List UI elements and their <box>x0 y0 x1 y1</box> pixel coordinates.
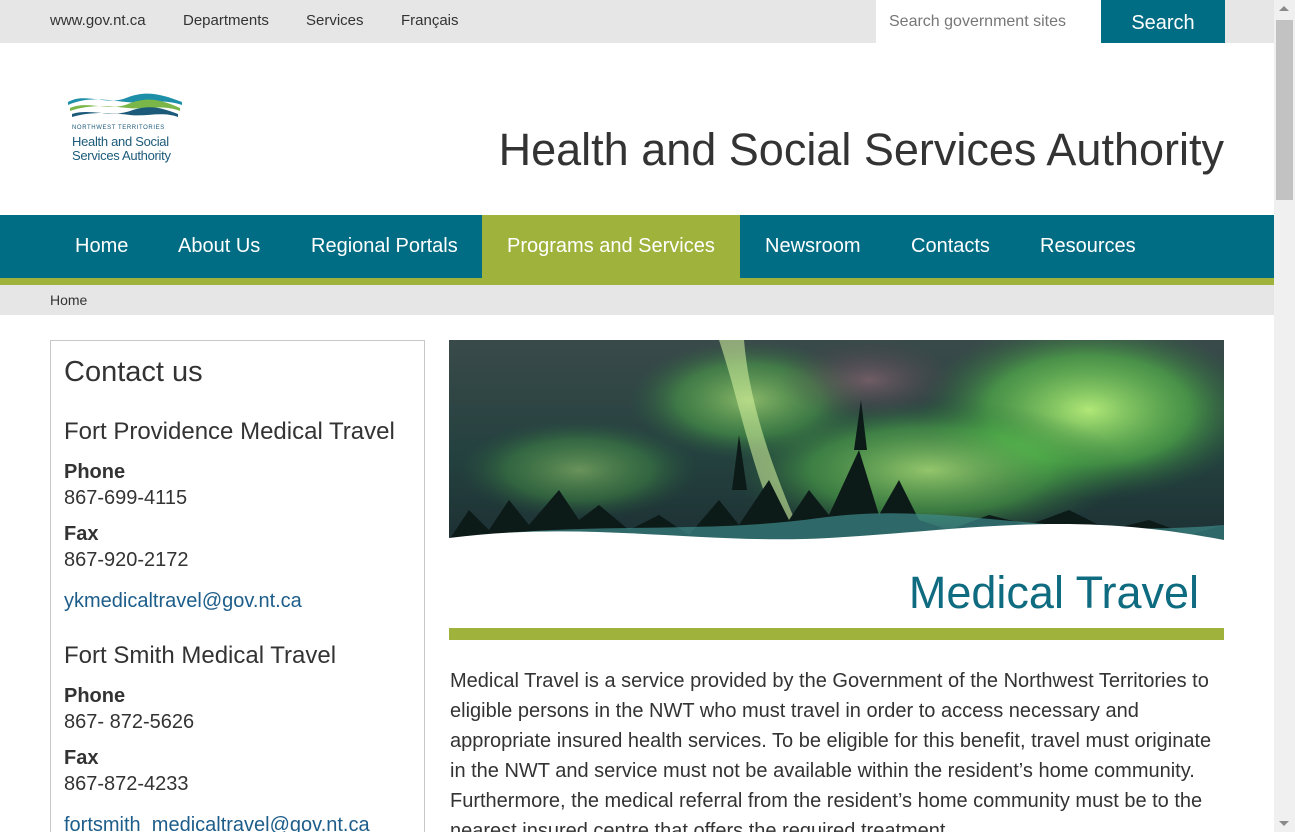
email-link[interactable]: ykmedicaltravel@gov.nt.ca <box>64 590 302 613</box>
aurora-image-icon <box>449 340 1224 570</box>
services-link[interactable]: Services <box>306 12 364 29</box>
intro-paragraph: Medical Travel is a service provided by … <box>450 670 1212 832</box>
nav-contacts[interactable]: Contacts <box>886 215 1015 278</box>
gov-link[interactable]: www.gov.nt.ca <box>50 12 146 29</box>
phone-label: Phone <box>64 685 126 707</box>
nav-home[interactable]: Home <box>50 215 153 278</box>
page-title: Medical Travel <box>908 567 1199 618</box>
phone-value: 867- 872-5626 <box>64 711 195 733</box>
fax-value: 867-872-4233 <box>64 773 189 795</box>
fax-label: Fax <box>64 523 99 545</box>
departments-link[interactable]: Departments <box>183 12 269 29</box>
utility-bar: www.gov.nt.ca Departments Services Franç… <box>0 0 1274 43</box>
scroll-thumb[interactable] <box>1276 20 1293 200</box>
search-input[interactable] <box>876 0 1101 43</box>
breadcrumb-home[interactable]: Home <box>50 292 87 308</box>
title-rule <box>449 628 1224 640</box>
nav-accent-bar <box>0 278 1274 285</box>
hssa-logo[interactable]: NORTHWEST TERRITORIES Health and Social … <box>66 92 184 168</box>
nav-resources[interactable]: Resources <box>1015 215 1161 278</box>
vertical-scrollbar[interactable] <box>1274 0 1295 832</box>
sidebar-title: Contact us <box>64 356 203 388</box>
contact-name: Fort Providence Medical Travel <box>64 418 395 445</box>
aurora-logo-icon <box>68 93 182 117</box>
fax-value: 867-920-2172 <box>64 549 189 571</box>
phone-label: Phone <box>64 461 126 483</box>
breadcrumb: Home <box>0 285 1274 315</box>
nav-about-us[interactable]: About Us <box>153 215 285 278</box>
nav-newsroom[interactable]: Newsroom <box>740 215 886 278</box>
scroll-up-arrow-icon[interactable] <box>1279 6 1289 11</box>
logo-text-name: Health and Social Services Authority <box>72 135 171 163</box>
scroll-down-arrow-icon[interactable] <box>1279 821 1289 826</box>
logo-text-territories: NORTHWEST TERRITORIES <box>72 125 165 131</box>
contact-sidebar: Contact us Fort Providence Medical Trave… <box>50 340 425 832</box>
main-nav: Home About Us Regional Portals Programs … <box>0 215 1274 278</box>
nav-programs-and-services[interactable]: Programs and Services <box>482 215 740 278</box>
site-title: Health and Social Services Authority <box>498 124 1224 175</box>
phone-value: 867-699-4115 <box>64 487 188 509</box>
logo-line-3: Services Authority <box>72 148 171 163</box>
logo-line-2: Health and Social <box>72 134 169 149</box>
email-link[interactable]: fortsmith_medicaltravel@gov.nt.ca <box>64 814 370 832</box>
fax-label: Fax <box>64 747 99 769</box>
francais-link[interactable]: Français <box>401 12 459 29</box>
search-button[interactable]: Search <box>1101 0 1225 43</box>
nav-regional-portals[interactable]: Regional Portals <box>286 215 483 278</box>
contact-name: Fort Smith Medical Travel <box>64 642 337 669</box>
aurora-hero-image <box>449 340 1224 570</box>
